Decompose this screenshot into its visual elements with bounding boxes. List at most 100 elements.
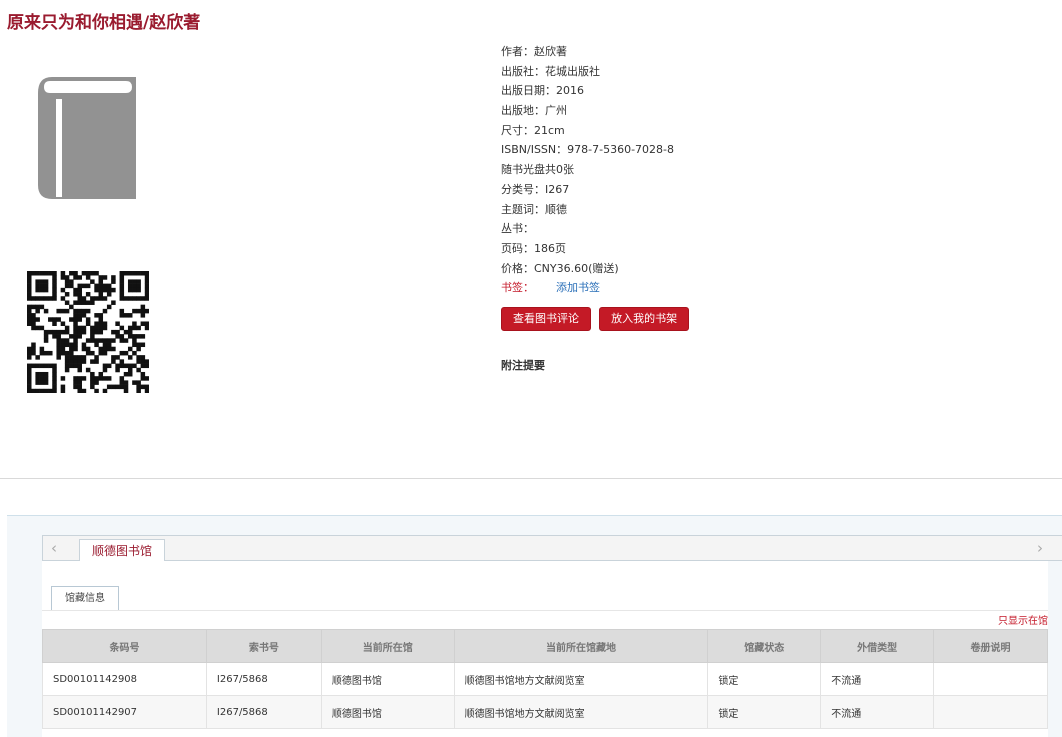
qr-module (132, 334, 137, 339)
qr-module (119, 313, 125, 318)
table-row: SD00101142907 I267/5868 顺德图书馆 顺德图书馆地方文献阅… (42, 695, 1048, 729)
qr-module (60, 296, 66, 301)
qr-module (27, 350, 32, 356)
qr-module (81, 313, 87, 318)
qr-module (52, 363, 57, 369)
qr-module (81, 355, 87, 360)
qr-module (73, 329, 78, 335)
qr-module (31, 350, 36, 356)
qr-module (64, 292, 70, 297)
qr-module (106, 363, 112, 369)
qr-module (111, 329, 116, 335)
column-header: 条码号 (42, 629, 207, 663)
qr-module (90, 271, 95, 276)
qr-module (77, 359, 82, 364)
qr-module (140, 359, 146, 364)
qr-module (140, 355, 146, 360)
qr-module (144, 296, 149, 301)
qr-module (119, 338, 125, 343)
qr-module (52, 271, 57, 276)
library-tab-bar: ‹ 顺德图书馆 › (42, 535, 1062, 562)
qr-module (85, 292, 91, 297)
column-header: 当前所在馆藏地 (453, 629, 709, 663)
qr-module (52, 287, 57, 293)
qr-module (115, 334, 120, 339)
qr-module (106, 342, 112, 348)
qr-module (35, 304, 40, 310)
qr-module (52, 296, 57, 301)
qr-module (119, 334, 125, 339)
qr-module (140, 308, 146, 314)
qr-module (94, 296, 99, 301)
add-to-shelf-button[interactable]: 放入我的书架 (599, 307, 690, 331)
qr-module (56, 334, 61, 339)
qr-module (98, 313, 104, 318)
qr-module (60, 388, 66, 393)
info-row-cd: 随书光盘共0张 (501, 163, 574, 177)
holdings-section: ‹ 顺德图书馆 › 馆藏信息 只显示在馆 条码号 索书号 当前所在馆 当前所在馆… (7, 515, 1062, 737)
qr-module (39, 371, 45, 377)
qr-module (98, 338, 104, 343)
qr-module (31, 296, 36, 301)
qr-module (52, 334, 57, 339)
book-cover-icon (38, 77, 136, 199)
qr-module (43, 376, 49, 381)
qr-module (27, 371, 32, 377)
qr-module (81, 300, 87, 305)
qr-module (27, 346, 32, 352)
qr-module (60, 271, 66, 276)
qr-module (144, 275, 149, 280)
qr-module (127, 283, 133, 289)
only-show-available-link[interactable]: 只显示在馆 (998, 612, 1048, 627)
add-bookmark-link[interactable]: 添加书签 (556, 281, 600, 294)
qr-module (73, 325, 78, 331)
view-reviews-button[interactable]: 查看图书评论 (501, 307, 591, 331)
qr-module (60, 338, 66, 343)
qr-module (69, 350, 74, 356)
qr-module (127, 313, 133, 318)
chevron-left-icon[interactable]: ‹ (45, 540, 63, 556)
qr-module (73, 384, 78, 390)
qr-module (119, 271, 125, 276)
qr-module (85, 338, 91, 343)
table-row: SD00101142908 I267/5868 顺德图书馆 顺德图书馆地方文献阅… (42, 662, 1048, 696)
qr-module (94, 376, 99, 381)
qr-module (81, 283, 87, 289)
qr-module (31, 271, 36, 276)
chevron-right-icon[interactable]: › (1031, 540, 1049, 556)
qr-module (127, 355, 133, 360)
qr-module (39, 279, 45, 284)
qr-module (102, 342, 108, 348)
column-header: 索书号 (205, 629, 322, 663)
qr-module (111, 338, 116, 343)
qr-module (73, 287, 78, 293)
section-divider (0, 478, 1062, 479)
qr-module (35, 388, 40, 393)
qr-module (64, 275, 70, 280)
info-row-pub-date: 出版日期：2016 (501, 84, 584, 98)
qr-module (115, 355, 120, 360)
qr-module (77, 325, 82, 331)
tab-holdings-info[interactable]: 馆藏信息 (51, 586, 119, 610)
qr-module (127, 371, 133, 377)
qr-module (98, 350, 104, 356)
qr-module (119, 287, 125, 293)
qr-module (27, 292, 32, 297)
qr-module (43, 287, 49, 293)
tab-library[interactable]: 顺德图书馆 (79, 539, 166, 562)
qr-module (27, 275, 32, 280)
qr-module (85, 367, 91, 373)
qr-module (123, 296, 129, 301)
qr-module (106, 384, 112, 390)
qr-module (52, 371, 57, 377)
qr-module (136, 296, 141, 301)
qr-module (132, 338, 137, 343)
qr-module (81, 296, 87, 301)
qr-module (27, 313, 32, 318)
qr-module (77, 376, 82, 381)
qr-module (35, 325, 40, 331)
qr-module (144, 388, 149, 393)
qr-module (69, 342, 74, 348)
qr-module (43, 271, 49, 276)
qr-module (119, 283, 125, 289)
